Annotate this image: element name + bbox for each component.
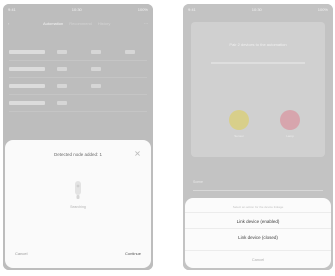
table-cell <box>45 84 79 88</box>
table-cell <box>113 50 147 54</box>
continue-button[interactable]: Continue <box>125 251 141 256</box>
table-cell <box>45 50 79 54</box>
link-closed-option[interactable]: Link device (closed) <box>185 228 331 245</box>
row-label <box>9 50 45 54</box>
device-table <box>9 44 147 112</box>
cancel-button[interactable]: Cancel <box>15 251 27 256</box>
dialog-title: Detected node added: 1 <box>53 152 103 157</box>
row-label <box>9 101 45 105</box>
table-row[interactable] <box>9 61 147 78</box>
sensor-device-icon[interactable] <box>229 110 249 130</box>
scene-label: Scene <box>193 180 203 184</box>
nav-tabs: Automation Recommend History <box>43 21 110 26</box>
row-label <box>9 84 45 88</box>
action-sheet: Select an action for the device linkage … <box>185 198 331 268</box>
status-battery: 100% <box>137 6 148 12</box>
status-bar: 9:41 10:30 100% <box>3 4 153 14</box>
tab-history[interactable]: History <box>98 21 110 26</box>
status-bar: 9:41 10:30 100% <box>183 4 333 14</box>
card-heading: Pair 2 devices to the automation <box>229 42 287 47</box>
card-divider <box>211 62 305 64</box>
device-icon <box>75 181 81 199</box>
status-time: 9:41 <box>188 6 196 12</box>
status-center: 10:30 <box>251 6 262 12</box>
status-time: 9:41 <box>8 6 16 12</box>
right-background: 9:41 10:30 100% Pair 2 devices to the au… <box>183 4 333 270</box>
pairing-card: Pair 2 devices to the automation Sensor … <box>191 22 325 157</box>
device-b-label: Lamp <box>286 134 294 138</box>
right-phone-screen: 9:41 10:30 100% Pair 2 devices to the au… <box>183 4 333 270</box>
tab-recommend[interactable]: Recommend <box>69 21 92 26</box>
divider <box>193 190 323 191</box>
tab-automation[interactable]: Automation <box>43 21 63 26</box>
search-dialog: Detected node added: 1 Searching Cancel … <box>5 140 151 268</box>
status-battery: 100% <box>317 6 328 12</box>
table-cell <box>45 101 79 105</box>
dialog-actions: Cancel Continue <box>15 251 141 256</box>
close-icon[interactable] <box>134 150 141 157</box>
row-label <box>9 67 45 71</box>
table-cell <box>79 84 113 88</box>
table-cell <box>79 50 113 54</box>
left-background: 9:41 10:30 100% ‹ Automation Recommend H… <box>3 4 153 270</box>
dialog-status: Searching <box>70 205 86 209</box>
table-row[interactable] <box>9 44 147 61</box>
table-row[interactable] <box>9 78 147 95</box>
status-center: 10:30 <box>71 6 82 12</box>
nav-bar: ‹ Automation Recommend History ··· <box>8 18 148 28</box>
back-button[interactable]: ‹ <box>8 21 9 26</box>
action-cancel-button[interactable]: Cancel <box>185 250 331 267</box>
table-cell <box>79 67 113 71</box>
lamp-device-icon[interactable] <box>280 110 300 130</box>
action-sheet-hint: Select an action for the device linkage <box>232 205 284 209</box>
screenshot-canvas: 9:41 10:30 100% ‹ Automation Recommend H… <box>0 0 335 276</box>
table-row[interactable] <box>9 95 147 112</box>
link-enabled-option[interactable]: Link device (enabled) <box>185 212 331 229</box>
table-cell <box>45 67 79 71</box>
left-phone-screen: 9:41 10:30 100% ‹ Automation Recommend H… <box>3 4 153 270</box>
more-button[interactable]: ··· <box>144 21 148 26</box>
device-a-label: Sensor <box>234 134 244 138</box>
